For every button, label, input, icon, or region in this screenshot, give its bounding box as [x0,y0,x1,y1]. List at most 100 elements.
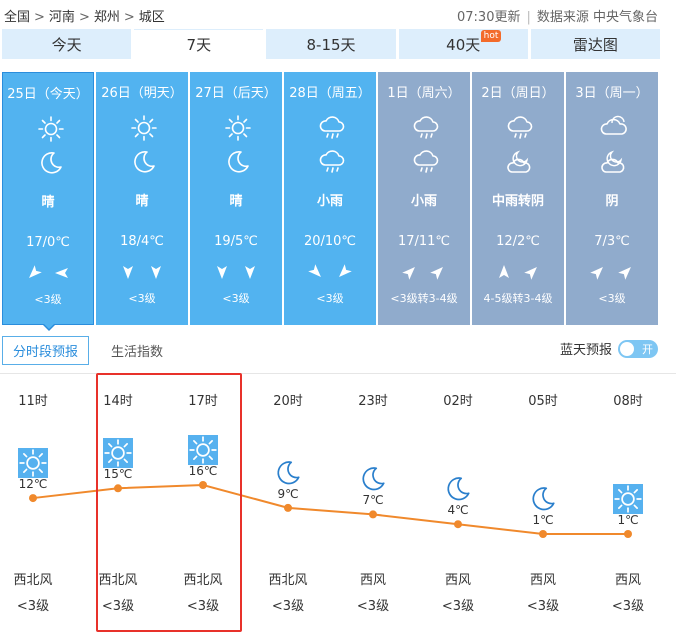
sun-icon [613,484,643,514]
tab-8-15days[interactable]: 8-15天 [266,29,396,59]
temperature-label: 1℃ [617,513,639,527]
wind-direction-text: 西北风 [268,573,308,588]
rain-icon [506,114,534,142]
hour-label: 02时 [443,394,473,409]
moon-icon [224,148,252,176]
wind-arrow-icon [54,265,70,283]
weather-text: 小雨 [410,194,437,209]
moon-icon [443,474,473,504]
wind-arrow-icon [590,264,606,282]
blue-sky-label: 蓝天预报 [559,343,612,358]
hot-badge: hot [480,30,502,42]
day-card[interactable]: 1日（周六） 小雨 17/11℃ <3级转3-4级 [378,72,470,325]
temperature-range: 17/11℃ [397,234,451,249]
wind-arrow-icon [402,264,418,282]
rain-icon [318,114,346,142]
rain-icon [412,114,440,142]
divider: | [526,10,531,25]
wind-arrow-icon [148,264,164,282]
moon-icon [358,464,388,494]
tab-label: 7天 [186,36,212,54]
weather-text: 晴 [229,194,243,209]
wind-direction [3,265,93,283]
wind-arrow-icon [618,264,634,282]
wind-direction-text: 西风 [614,573,641,588]
cloudy-night-icon [600,148,628,176]
temperature-label: 4℃ [447,503,469,518]
day-label: 3日（周一） [575,86,649,101]
day-card[interactable]: 28日（周五） 小雨 20/10℃ <3级 [284,72,376,325]
cloudy-night-icon [506,148,534,176]
wind-arrow-icon [242,264,258,282]
tab-today[interactable]: 今天 [2,29,132,59]
wind-arrow-icon [214,264,230,282]
hour-label: 08时 [613,394,643,409]
wind-level-text: <3级 [16,599,50,614]
wind-level-text: <3级 [356,599,390,614]
tab-label: 雷达图 [572,35,618,54]
weather-text: 中雨转阴 [491,194,544,209]
moon-icon [273,458,303,488]
day-card[interactable]: 3日（周一） 阴 7/3℃ <3级 [566,72,658,325]
weather-text: 小雨 [316,194,343,209]
wind-direction-text: 西风 [529,573,556,588]
day-card[interactable]: 26日（明天） 晴 18/4℃ <3级 [96,72,188,325]
hour-label: 11时 [18,394,48,409]
wind-level: <3级 [128,292,156,305]
tab-7days[interactable]: 7天 [134,29,264,59]
hour-label: 20时 [273,394,303,409]
temperature-point [539,530,547,538]
temperature-label: 9℃ [277,486,299,501]
day-label: 1日（周六） [387,86,461,101]
temperature-range: 7/3℃ [594,234,630,249]
wind-level: <3级 [598,292,626,305]
moon-icon [130,148,158,176]
wind-level: <3级 [316,292,344,305]
wind-arrow-icon [120,264,136,282]
day-card[interactable]: 2日（周日） 中雨转阴 12/2℃ 4-5级转3-4级 [472,72,564,325]
temperature-label: 1℃ [532,513,554,527]
tab-40days[interactable]: 40天 hot [398,29,528,59]
subtab-hourly[interactable]: 分时段预报 [2,335,90,365]
temperature-range: 18/4℃ [120,234,164,249]
breadcrumb-link-city[interactable]: 郑州 [94,10,120,25]
temperature-range: 19/5℃ [214,234,258,249]
hour-label: 05时 [528,394,558,409]
wind-level-text: <3级 [611,599,645,614]
tab-label: 8-15天 [306,35,356,54]
rain-icon [412,148,440,176]
wind-direction [566,264,658,282]
breadcrumb-separator: > [34,10,45,25]
sun-icon [37,115,65,143]
breadcrumb-current: 城区 [138,10,165,25]
breadcrumb-link-province[interactable]: 河南 [49,10,75,25]
wind-direction [96,264,188,282]
rain-icon [318,148,346,176]
wind-arrow-icon [496,264,512,282]
temperature-point [369,510,377,519]
day-label: 2日（周日） [481,86,555,101]
blue-sky-toggle[interactable]: 开 [618,339,658,358]
cloud-icon [600,114,628,142]
temperature-point [624,530,632,538]
tab-label: 40天 [446,35,481,54]
moon-icon [37,149,65,177]
wind-direction [190,264,282,282]
temperature-range: 20/10℃ [303,234,357,249]
wind-level: <3级 [34,293,62,306]
update-time: 07:30更新 [457,10,521,25]
wind-level: <3级 [222,292,250,305]
subtab-life-index[interactable]: 生活指数 [101,337,173,364]
wind-level-text: <3级 [526,599,560,614]
hour-label: 23时 [358,394,388,409]
sun-icon [224,114,252,142]
wind-arrow-icon [308,264,324,282]
blue-sky-forecast: 蓝天预报 开 [560,339,658,358]
day-card[interactable]: 25日（今天） 晴 17/0℃ <3级 [2,72,94,325]
weather-text: 晴 [41,195,55,210]
wind-arrow-icon [26,265,42,283]
wind-level: <3级转3-4级 [390,292,458,305]
day-card[interactable]: 27日（后天） 晴 19/5℃ <3级 [190,72,282,325]
tab-radar[interactable]: 雷达图 [530,29,661,59]
breadcrumb-link-country[interactable]: 全国 [4,10,30,25]
